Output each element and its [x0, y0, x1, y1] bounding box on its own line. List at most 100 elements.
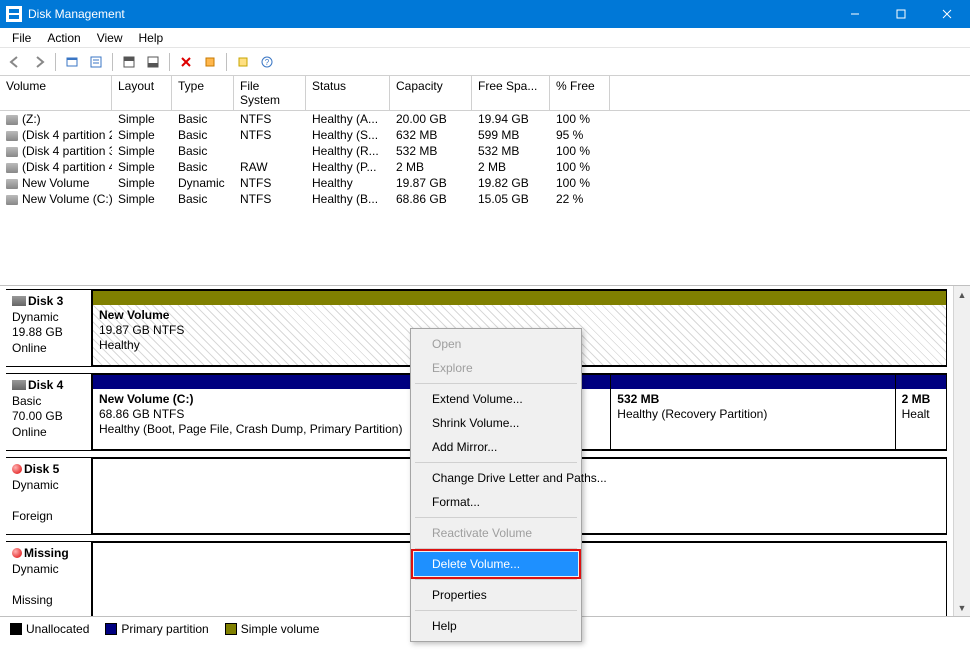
cell: 532 MB [472, 143, 550, 159]
ctx-shrink-volume[interactable]: Shrink Volume... [414, 411, 578, 435]
cell: NTFS [234, 111, 306, 127]
disk-label-disk4[interactable]: Disk 4 Basic 70.00 GB Online [6, 374, 92, 450]
ctx-change-drive-letter[interactable]: Change Drive Letter and Paths... [414, 466, 578, 490]
app-icon [6, 6, 22, 22]
volume-list[interactable]: Volume Layout Type File System Status Ca… [0, 76, 970, 286]
col-layout[interactable]: Layout [112, 76, 172, 110]
col-capacity[interactable]: Capacity [390, 76, 472, 110]
cell: 15.05 GB [472, 191, 550, 207]
volume-icon [6, 195, 18, 205]
cell: Healthy (S... [306, 127, 390, 143]
cell: NTFS [234, 191, 306, 207]
volume-row[interactable]: New VolumeSimpleDynamicNTFSHealthy19.87 … [0, 175, 970, 191]
cell: 100 % [550, 143, 610, 159]
cell: 599 MB [472, 127, 550, 143]
cell: New Volume (C:) [0, 191, 112, 207]
scroll-down-icon[interactable]: ▼ [954, 599, 970, 616]
volume-row[interactable]: New Volume (C:)SimpleBasicNTFSHealthy (B… [0, 191, 970, 207]
col-pct-free[interactable]: % Free [550, 76, 610, 110]
band-primary [611, 375, 894, 389]
cell: 2 MB [390, 159, 472, 175]
cell: Basic [172, 127, 234, 143]
volume-row[interactable]: (Z:)SimpleBasicNTFSHealthy (A...20.00 GB… [0, 111, 970, 127]
part-status: Healt [902, 407, 940, 422]
disk-icon [12, 296, 26, 306]
cell: Simple [112, 111, 172, 127]
cell: 2 MB [472, 159, 550, 175]
refresh-icon[interactable] [61, 51, 83, 73]
missing-type: Dynamic [12, 562, 59, 576]
delete-icon[interactable] [175, 51, 197, 73]
title-bar: Disk Management [0, 0, 970, 28]
band-primary [896, 375, 946, 389]
disk-label-disk3[interactable]: Disk 3 Dynamic 19.88 GB Online [6, 290, 92, 366]
menu-help[interactable]: Help [131, 29, 172, 47]
cell: Dynamic [172, 175, 234, 191]
missing-name: Missing [24, 546, 69, 560]
cell: 19.87 GB [390, 175, 472, 191]
col-free[interactable]: Free Spa... [472, 76, 550, 110]
col-type[interactable]: Type [172, 76, 234, 110]
volume-icon [6, 163, 18, 173]
col-filesystem[interactable]: File System [234, 76, 306, 110]
col-status[interactable]: Status [306, 76, 390, 110]
close-button[interactable] [924, 0, 970, 28]
cell: 100 % [550, 111, 610, 127]
context-menu: Open Explore Extend Volume... Shrink Vol… [410, 328, 582, 642]
view-top-icon[interactable] [118, 51, 140, 73]
volume-row[interactable]: (Disk 4 partition 3)SimpleBasicHealthy (… [0, 143, 970, 159]
ctx-reactivate-volume[interactable]: Reactivate Volume [414, 521, 578, 545]
menu-view[interactable]: View [89, 29, 131, 47]
disk4-name: Disk 4 [28, 378, 63, 392]
disk4-partition-recovery[interactable]: 532 MB Healthy (Recovery Partition) [610, 374, 895, 450]
cell: (Disk 4 partition 3) [0, 143, 112, 159]
legend-simple: Simple volume [225, 622, 320, 636]
ctx-properties[interactable]: Properties [414, 583, 578, 607]
volume-row[interactable]: (Disk 4 partition 2)SimpleBasicNTFSHealt… [0, 127, 970, 143]
cell: 532 MB [390, 143, 472, 159]
view-bottom-icon[interactable] [142, 51, 164, 73]
cell: Simple [112, 175, 172, 191]
disk4-size: 70.00 GB [12, 409, 63, 423]
ctx-add-mirror[interactable]: Add Mirror... [414, 435, 578, 459]
ctx-delete-volume[interactable]: Delete Volume... [414, 552, 578, 576]
disk-label-missing[interactable]: Missing Dynamic Missing [6, 542, 92, 616]
cell: Simple [112, 159, 172, 175]
ctx-help[interactable]: Help [414, 614, 578, 638]
disk-icon [12, 380, 26, 390]
cell: New Volume [0, 175, 112, 191]
part-title: 532 MB [617, 392, 888, 407]
action2-icon[interactable] [232, 51, 254, 73]
menu-file[interactable]: File [4, 29, 39, 47]
cell: Basic [172, 159, 234, 175]
ctx-format[interactable]: Format... [414, 490, 578, 514]
action1-icon[interactable] [199, 51, 221, 73]
volume-icon [6, 147, 18, 157]
back-button[interactable] [4, 51, 26, 73]
volume-icon [6, 131, 18, 141]
legend-primary: Primary partition [105, 622, 208, 636]
col-volume[interactable]: Volume [0, 76, 112, 110]
forward-button[interactable] [28, 51, 50, 73]
minimize-button[interactable] [832, 0, 878, 28]
disk5-type: Dynamic [12, 478, 59, 492]
scroll-up-icon[interactable]: ▲ [954, 286, 970, 303]
disk3-name: Disk 3 [28, 294, 63, 308]
cell: Healthy [306, 175, 390, 191]
disk4-partition-small[interactable]: 2 MB Healt [895, 374, 947, 450]
ctx-explore[interactable]: Explore [414, 356, 578, 380]
ctx-extend-volume[interactable]: Extend Volume... [414, 387, 578, 411]
menu-action[interactable]: Action [39, 29, 88, 47]
disk-label-disk5[interactable]: Disk 5 Dynamic Foreign [6, 458, 92, 534]
vertical-scrollbar[interactable]: ▲ ▼ [953, 286, 970, 616]
volume-row[interactable]: (Disk 4 partition 4)SimpleBasicRAWHealth… [0, 159, 970, 175]
maximize-button[interactable] [878, 0, 924, 28]
disk5-status: Foreign [12, 509, 53, 523]
cell: 632 MB [390, 127, 472, 143]
ctx-open[interactable]: Open [414, 332, 578, 356]
part-title: 2 MB [902, 392, 940, 407]
properties-icon[interactable] [85, 51, 107, 73]
band-simple-volume [93, 291, 946, 305]
help-icon[interactable]: ? [256, 51, 278, 73]
cell: NTFS [234, 127, 306, 143]
